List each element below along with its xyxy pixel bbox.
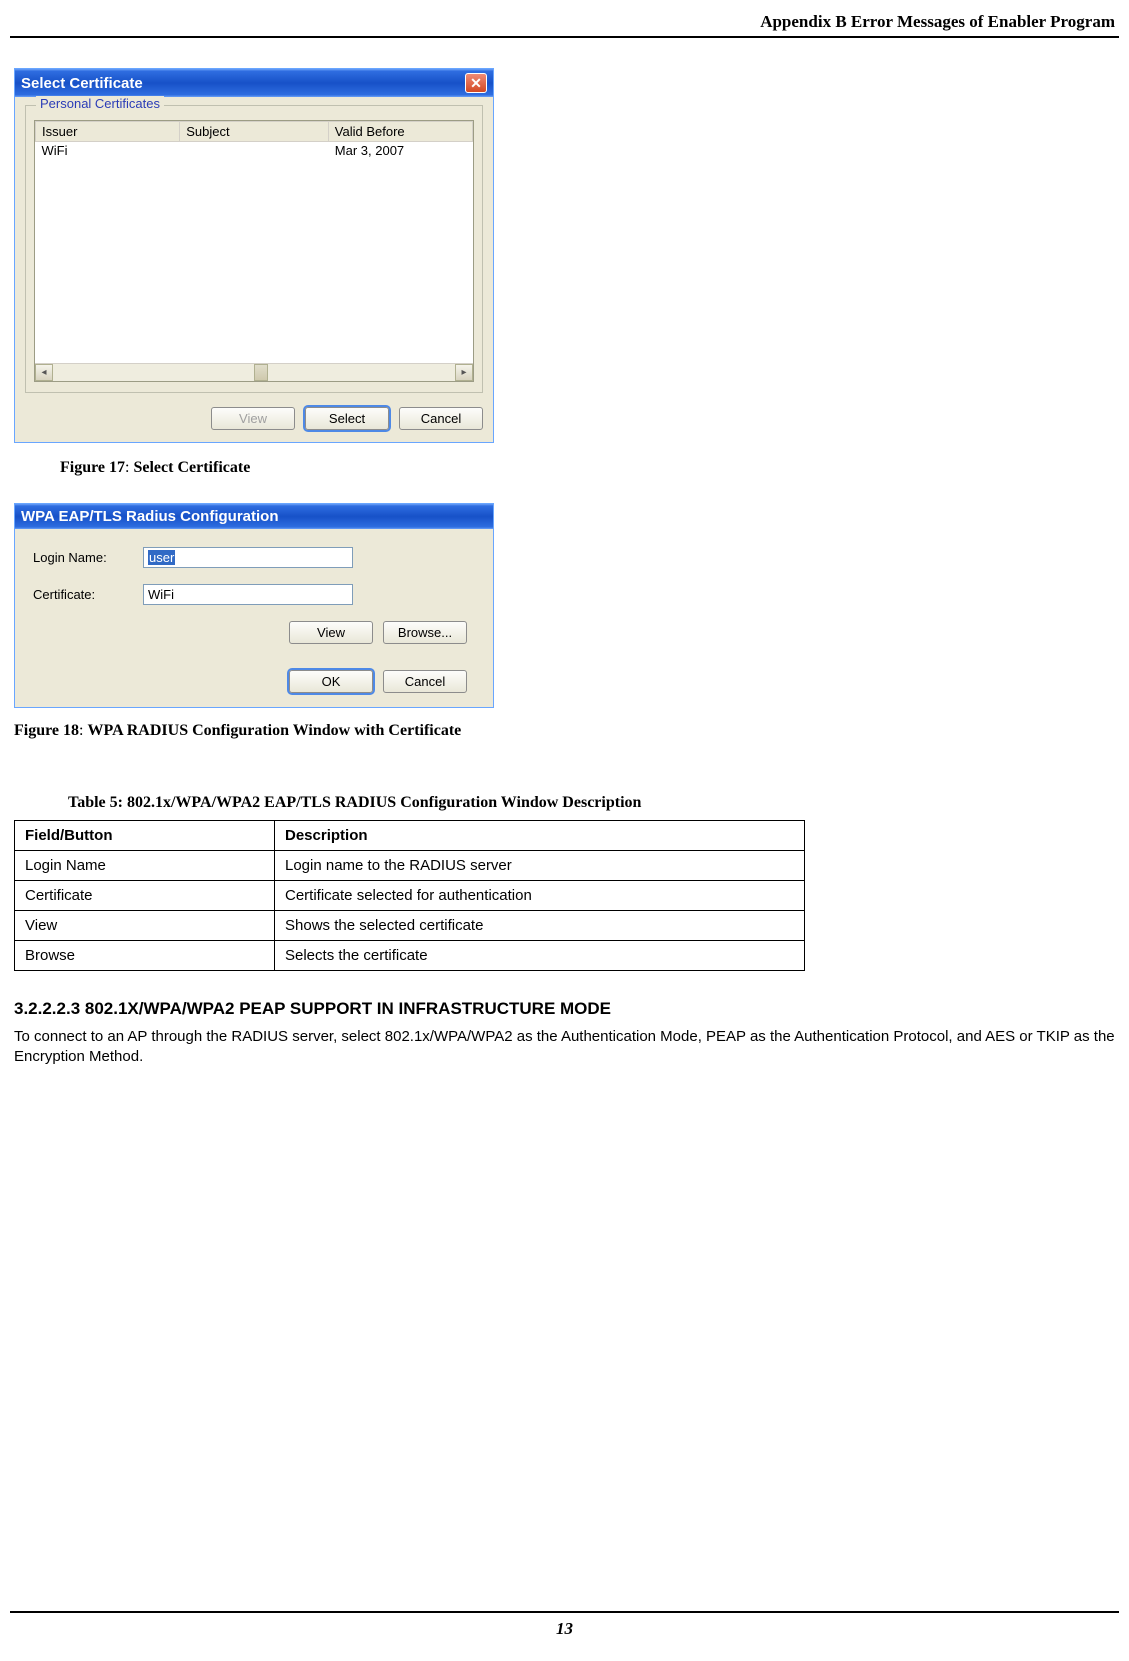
cell-field: Login Name (15, 851, 275, 881)
table-row[interactable] (36, 193, 473, 210)
select-certificate-dialog: Select Certificate ✕ Personal Certificat… (14, 68, 494, 443)
wpa-radius-dialog: WPA EAP/TLS Radius Configuration Login N… (14, 503, 494, 708)
table-row: View Shows the selected certificate (15, 911, 805, 941)
cell-issuer: WiFi (36, 142, 180, 160)
certificate-label: Certificate: (33, 587, 143, 602)
table-row[interactable] (36, 210, 473, 227)
table-row[interactable] (36, 312, 473, 329)
cell-valid-before: Mar 3, 2007 (328, 142, 472, 160)
table-row[interactable] (36, 176, 473, 193)
certificate-input[interactable]: WiFi (143, 584, 353, 605)
cell-field: Browse (15, 941, 275, 971)
table-row[interactable] (36, 346, 473, 363)
cell-desc: Selects the certificate (275, 941, 805, 971)
cancel-button[interactable]: Cancel (383, 670, 467, 693)
personal-certificates-group: Personal Certificates Issuer Subject Val… (25, 105, 483, 393)
col-issuer[interactable]: Issuer (36, 122, 180, 142)
cell-desc: Login name to the RADIUS server (275, 851, 805, 881)
dialog2-titlebar[interactable]: WPA EAP/TLS Radius Configuration (15, 504, 493, 529)
cell-subject (180, 142, 329, 160)
table-row[interactable] (36, 261, 473, 278)
dialog1-titlebar[interactable]: Select Certificate ✕ (15, 69, 493, 97)
view-button[interactable]: View (211, 407, 295, 430)
col-subject[interactable]: Subject (180, 122, 329, 142)
groupbox-legend: Personal Certificates (36, 96, 164, 111)
scroll-right-icon[interactable]: ▸ (455, 364, 473, 381)
dialog1-title: Select Certificate (21, 75, 143, 92)
cell-field: View (15, 911, 275, 941)
description-table: Field/Button Description Login Name Logi… (14, 820, 805, 971)
cell-desc: Certificate selected for authentication (275, 881, 805, 911)
col-valid-before[interactable]: Valid Before (328, 122, 472, 142)
horizontal-scrollbar[interactable]: ◂ ▸ (35, 363, 473, 381)
browse-button[interactable]: Browse... (383, 621, 467, 644)
certificate-table[interactable]: Issuer Subject Valid Before WiFi Mar 3, … (35, 121, 473, 363)
figure17-caption: Figure 17: Select Certificate (60, 459, 1119, 477)
table-row[interactable] (36, 278, 473, 295)
view-button[interactable]: View (289, 621, 373, 644)
body-text: To connect to an AP through the RADIUS s… (14, 1027, 1119, 1068)
table-row: Browse Selects the certificate (15, 941, 805, 971)
table-row[interactable] (36, 329, 473, 346)
cell-desc: Shows the selected certificate (275, 911, 805, 941)
page-header: Appendix B Error Messages of Enabler Pro… (10, 12, 1119, 38)
table-row[interactable] (36, 227, 473, 244)
login-name-label: Login Name: (33, 550, 143, 565)
table-row[interactable]: WiFi Mar 3, 2007 (36, 142, 473, 160)
scroll-left-icon[interactable]: ◂ (35, 364, 53, 381)
page-number: 13 (10, 1611, 1119, 1639)
close-icon[interactable]: ✕ (465, 73, 487, 93)
section-heading: 3.2.2.2.3 802.1X/WPA/WPA2 PEAP SUPPORT I… (14, 999, 1119, 1019)
th-field: Field/Button (15, 821, 275, 851)
th-desc: Description (275, 821, 805, 851)
login-name-input[interactable]: user (143, 547, 353, 568)
table-row[interactable] (36, 244, 473, 261)
table-row[interactable] (36, 295, 473, 312)
select-button[interactable]: Select (305, 407, 389, 430)
table5-caption: Table 5: 802.1x/WPA/WPA2 EAP/TLS RADIUS … (68, 794, 1119, 812)
dialog2-title: WPA EAP/TLS Radius Configuration (21, 508, 279, 525)
figure18-caption: Figure 18: WPA RADIUS Configuration Wind… (14, 722, 1119, 740)
ok-button[interactable]: OK (289, 670, 373, 693)
cancel-button[interactable]: Cancel (399, 407, 483, 430)
table-row[interactable] (36, 159, 473, 176)
cell-field: Certificate (15, 881, 275, 911)
table-row: Certificate Certificate selected for aut… (15, 881, 805, 911)
scroll-thumb[interactable] (254, 364, 268, 381)
table-row: Login Name Login name to the RADIUS serv… (15, 851, 805, 881)
